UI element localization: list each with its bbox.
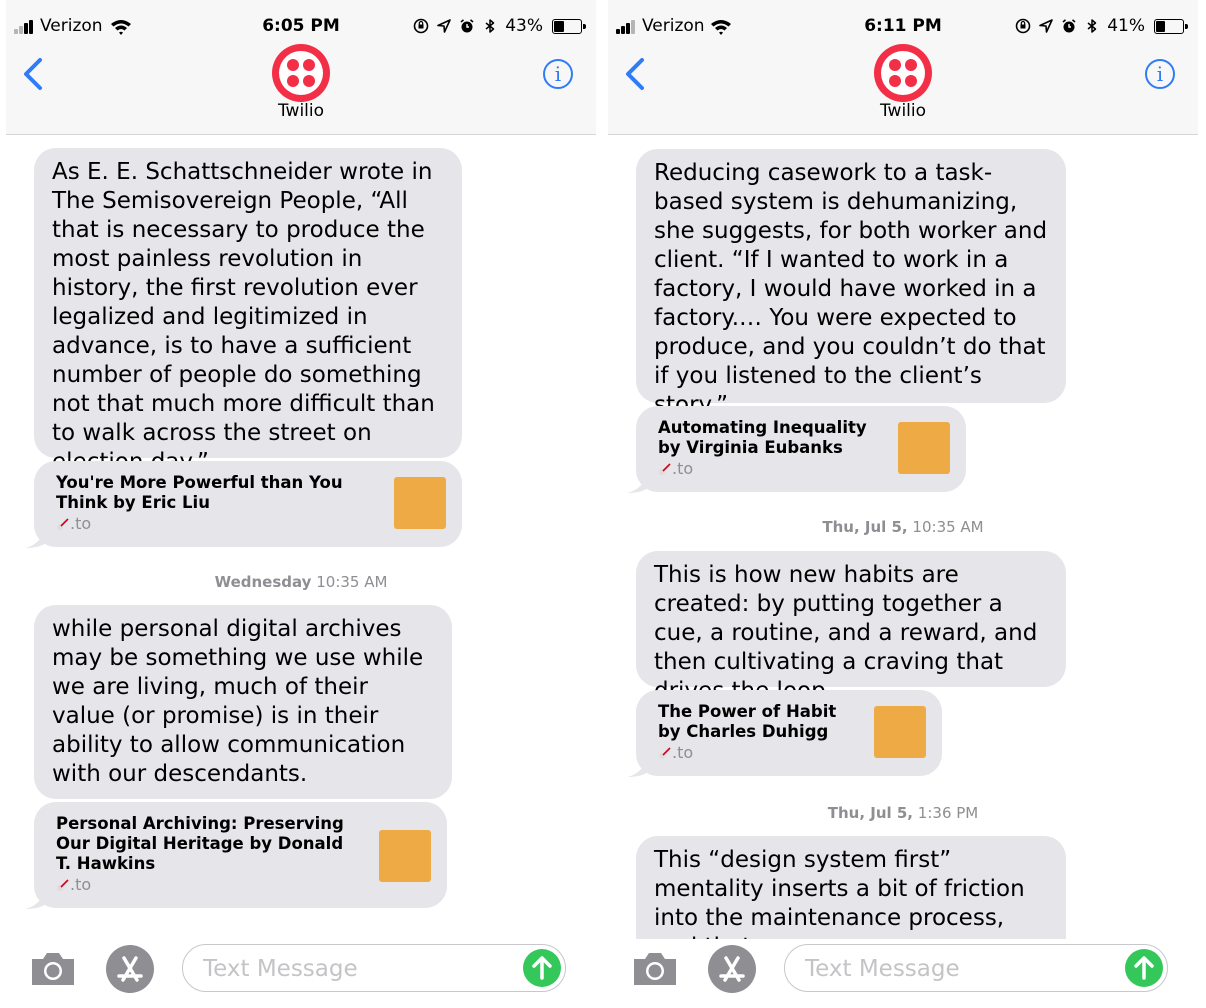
link-preview-card[interactable]: Personal Archiving: Preserving Our Digit… [25,802,447,909]
message-list[interactable]: As E. E. Schattschneider wrote in The Se… [6,135,596,939]
conversation-header: Verizon 6:05 PM 43% Twilio i [6,0,596,135]
bluetooth-icon [485,19,495,33]
message-text: while personal digital archives may be s… [52,616,424,787]
contact-avatar[interactable] [272,44,330,102]
orientation-lock-icon [413,18,429,34]
message-bubble[interactable]: This “design system first” mentality ins… [636,836,1066,939]
camera-icon[interactable] [28,949,78,989]
message-text: As E. E. Schattschneider wrote in The Se… [52,159,435,475]
site-favicon-icon [659,463,671,475]
alarm-icon [1062,19,1076,33]
contact-name[interactable]: Twilio [608,101,1198,121]
info-icon[interactable]: i [542,58,574,90]
back-chevron-icon[interactable] [20,56,46,92]
message-bubble[interactable]: Reducing casework to a task-based system… [636,149,1066,418]
battery-percent: 41% [1107,16,1145,36]
battery-icon [1154,18,1188,34]
link-domain: .to [672,459,694,478]
message-bubble[interactable]: This is how new habits are created: by p… [636,551,1066,704]
app-store-icon [719,956,745,982]
link-domain: .to [70,514,92,533]
message-text: This is how new habits are created: by p… [654,562,1038,704]
svg-text:i: i [1157,62,1163,86]
message-list[interactable]: Reducing casework to a task-based system… [608,135,1198,939]
orientation-lock-icon [1015,18,1031,34]
conversation-header: Verizon 6:11 PM 41% Twilio i [608,0,1198,135]
text-message-field[interactable] [784,944,1168,992]
text-message-input[interactable] [201,953,505,985]
send-button[interactable] [523,949,561,987]
link-thumbnail [379,830,431,882]
bubble-tail [627,473,649,493]
info-icon[interactable]: i [1144,58,1176,90]
app-store-button[interactable] [106,945,154,993]
timestamp: Wednesday 10:35 AM [214,573,388,591]
site-favicon-icon [57,879,69,891]
battery-icon [552,18,586,34]
timestamp: Thu, Jul 5, 10:35 AM [822,518,984,536]
message-text: Reducing casework to a task-based system… [654,160,1048,418]
twilio-logo-icon [881,51,925,95]
bubble-tail [25,528,47,548]
compose-bar [6,939,596,1008]
messages-screen-left: Verizon 6:05 PM 43% Twilio i As E. E. Sc… [6,0,596,1008]
link-title: The Power of Habit by Charles Duhigg [658,702,837,741]
text-message-input[interactable] [803,953,1107,985]
contact-avatar[interactable] [874,44,932,102]
camera-icon[interactable] [630,949,680,989]
contact-name[interactable]: Twilio [6,101,596,121]
bubble-tail [627,757,649,777]
arrow-up-icon [532,956,552,980]
app-store-icon [117,956,143,982]
text-message-field[interactable] [182,944,566,992]
status-bar: Verizon 6:05 PM 43% [6,14,596,40]
app-store-button[interactable] [708,945,756,993]
link-title: Personal Archiving: Preserving Our Digit… [56,814,344,873]
back-chevron-icon[interactable] [622,56,648,92]
link-preview-card[interactable]: Automating Inequality by Virginia Eubank… [627,406,966,493]
site-favicon-icon [659,747,671,759]
messages-screen-right: Verizon 6:11 PM 41% Twilio i Reducing ca… [608,0,1198,1008]
message-bubble[interactable]: while personal digital archives may be s… [34,605,452,799]
location-arrow-icon [437,19,452,33]
link-thumbnail [394,477,446,529]
status-bar: Verizon 6:11 PM 41% [608,14,1198,40]
site-favicon-icon [57,518,69,530]
message-bubble[interactable]: As E. E. Schattschneider wrote in The Se… [34,148,462,475]
link-domain: .to [672,743,694,762]
twilio-logo-icon [279,51,323,95]
link-domain: .to [70,875,92,894]
svg-text:i: i [555,62,561,86]
location-arrow-icon [1039,19,1054,33]
link-preview-card[interactable]: You're More Powerful than You Think by E… [25,461,462,548]
alarm-icon [460,19,474,33]
link-thumbnail [898,422,950,474]
bubble-tail [25,889,47,909]
arrow-up-icon [1134,956,1154,980]
link-preview-card[interactable]: The Power of Habit by Charles Duhigg .to [627,690,942,777]
link-thumbnail [874,706,926,758]
send-button[interactable] [1125,949,1163,987]
timestamp: Thu, Jul 5, 1:36 PM [827,804,979,822]
message-text: This “design system first” mentality ins… [654,847,1025,939]
compose-bar [608,939,1198,1008]
bluetooth-icon [1087,19,1097,33]
link-title: You're More Powerful than You Think by E… [56,473,343,512]
battery-percent: 43% [505,16,543,36]
link-title: Automating Inequality by Virginia Eubank… [658,418,867,457]
